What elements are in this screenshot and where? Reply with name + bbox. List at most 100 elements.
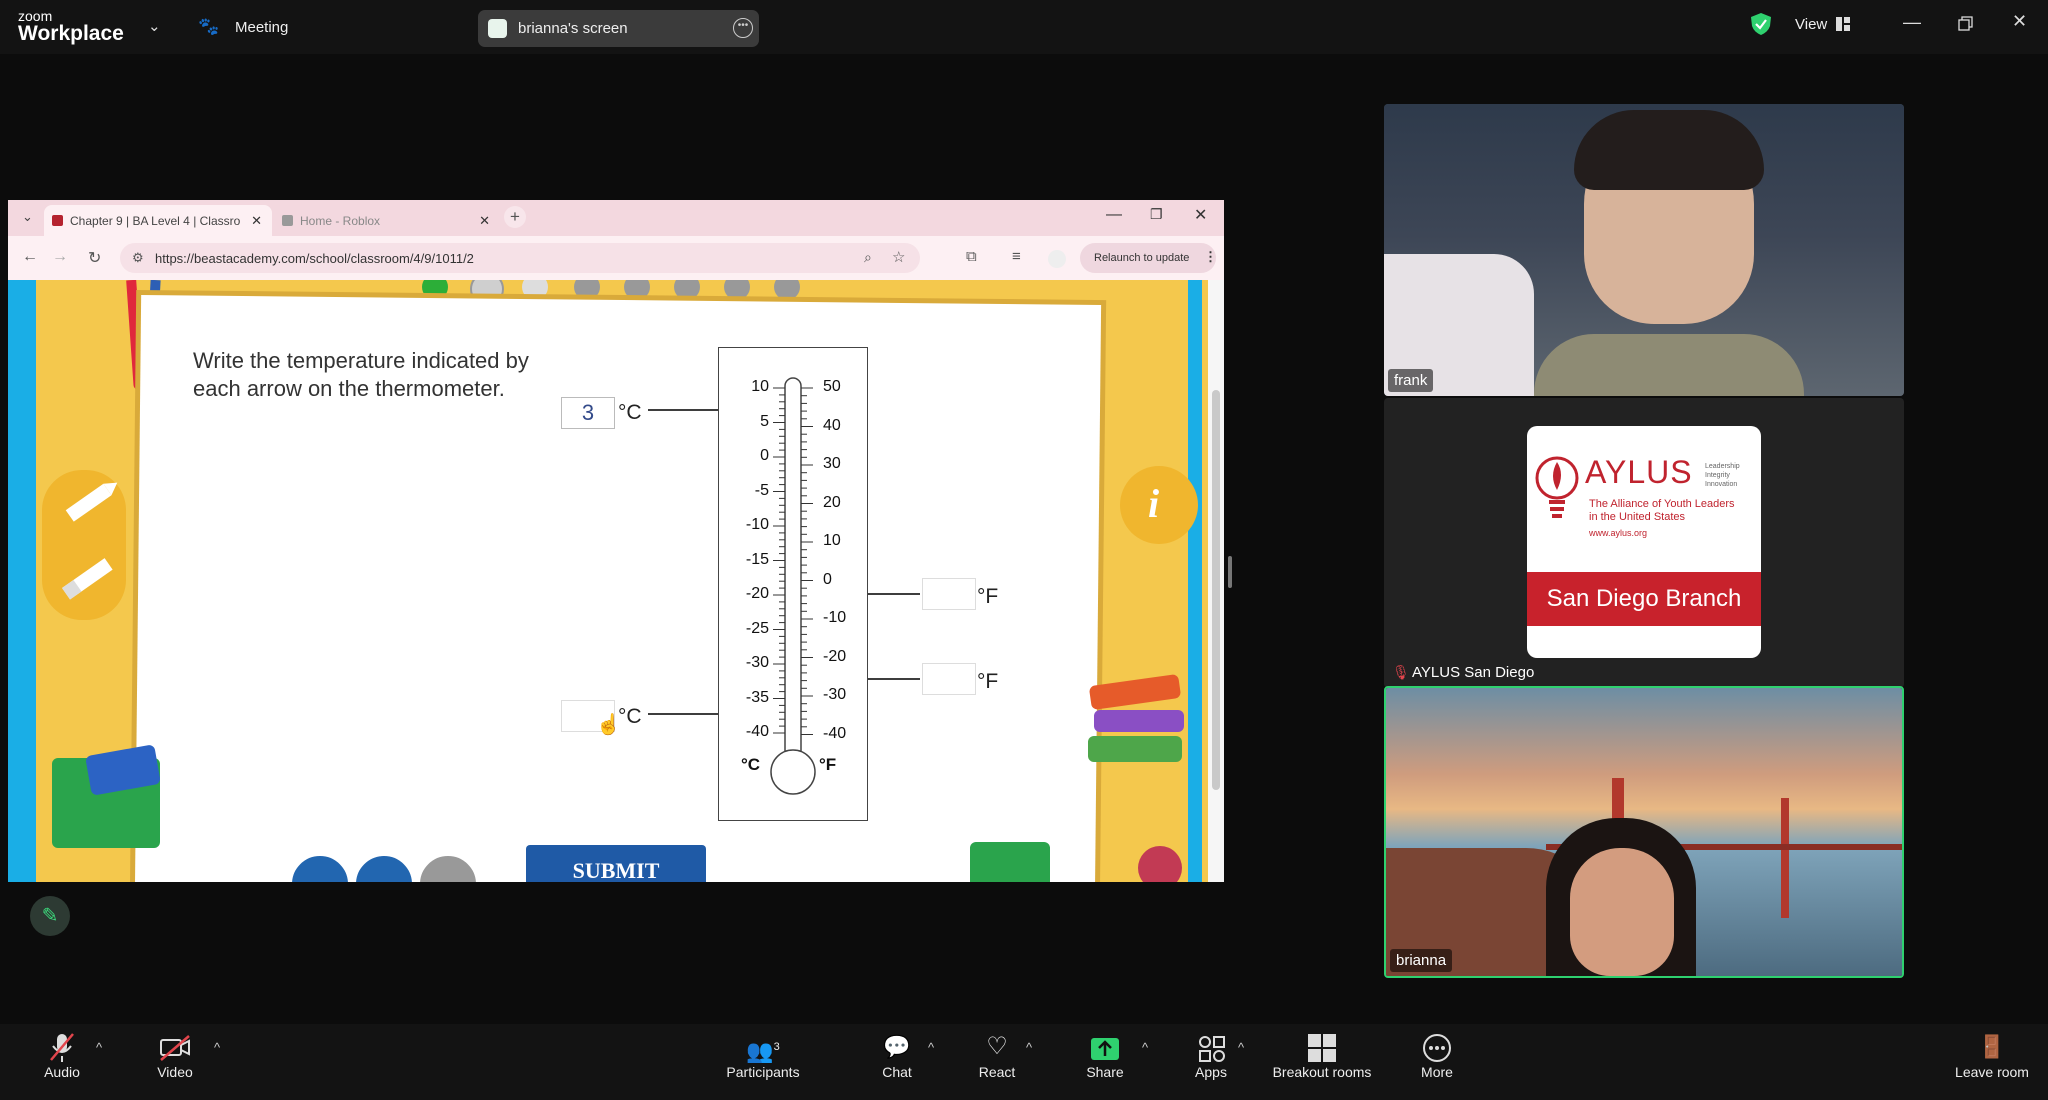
restore-window-icon[interactable] — [1958, 16, 1974, 32]
browser-tab-bar: ⌄ Chapter 9 | BA Level 4 | Classro ✕ Hom… — [8, 200, 1224, 236]
zoom-logo-workplace: Workplace — [18, 22, 124, 45]
person-hair — [1574, 110, 1764, 190]
participants-button[interactable]: 👥3 Participants — [718, 1030, 808, 1080]
apps-button[interactable]: Apps — [1186, 1030, 1236, 1080]
zoom-lens-icon[interactable]: ⌕ — [864, 249, 872, 266]
browser-restore-icon[interactable]: ❐ — [1150, 206, 1163, 223]
kebab-menu-icon[interactable]: ⋮ — [1204, 249, 1217, 265]
progress-dot[interactable] — [774, 280, 800, 300]
back-arrow-icon[interactable]: ← — [22, 248, 38, 266]
new-tab-icon[interactable]: + — [504, 206, 526, 228]
annotate-pencil-icon[interactable]: ✎ — [30, 896, 70, 936]
profile-avatar[interactable] — [1048, 250, 1066, 268]
progress-dot[interactable] — [674, 280, 700, 300]
fahrenheit-tick-label: 50 — [823, 378, 841, 395]
zoom-bottom-toolbar — [0, 1024, 2048, 1100]
chevron-down-icon[interactable]: ⌄ — [148, 17, 161, 35]
bridge-tower — [1781, 798, 1789, 918]
books-decoration — [1088, 673, 1182, 711]
react-button[interactable]: ♡ React — [972, 1030, 1022, 1080]
share-options-caret-icon[interactable]: ^ — [1142, 1040, 1148, 1055]
progress-dot[interactable] — [522, 280, 548, 300]
apps-options-caret-icon[interactable]: ^ — [1238, 1040, 1244, 1055]
progress-dot[interactable] — [624, 280, 650, 300]
close-tab-icon[interactable]: ✕ — [479, 213, 490, 229]
relaunch-label: Relaunch to update — [1094, 252, 1190, 264]
shield-check-icon[interactable] — [1750, 12, 1772, 36]
fahrenheit-tick-label: -30 — [823, 686, 847, 703]
browser-tab-active[interactable]: Chapter 9 | BA Level 4 | Classro ✕ — [44, 205, 272, 236]
video-options-caret-icon[interactable]: ^ — [214, 1040, 220, 1055]
screen-share-icon — [488, 19, 507, 38]
chat-button[interactable]: 💬 Chat — [872, 1030, 922, 1080]
extensions-icon[interactable]: ⧉ — [966, 248, 977, 265]
aylus-branch-banner: San Diego Branch — [1527, 572, 1761, 626]
breakout-rooms-button[interactable]: Breakout rooms — [1266, 1030, 1378, 1080]
shared-browser-window: ⌄ Chapter 9 | BA Level 4 | Classro ✕ Hom… — [8, 200, 1224, 882]
reload-icon[interactable]: ↻ — [88, 248, 101, 268]
person-face — [1570, 848, 1674, 976]
fahrenheit-tick-label: 40 — [823, 416, 841, 434]
participants-count: 3 — [773, 1041, 780, 1053]
thermometer-diagram: °C °F 10 5 0 -5 -10 -15 -20 -25 -30 -35 -40 50 40 30 2… — [718, 347, 868, 821]
more-button[interactable]: More — [1412, 1030, 1462, 1080]
share-button[interactable]: Share — [1080, 1030, 1130, 1080]
chat-options-caret-icon[interactable]: ^ — [928, 1040, 934, 1055]
thermometer-tube — [770, 377, 816, 795]
submit-button[interactable]: SUBMIT — [526, 845, 706, 882]
panel-resize-handle[interactable] — [1228, 556, 1232, 588]
more-label: More — [1421, 1064, 1453, 1080]
browser-minimize-icon[interactable]: — — [1106, 206, 1122, 224]
forward-arrow-icon[interactable]: → — [52, 248, 68, 266]
fahrenheit-tick-label: 20 — [823, 493, 841, 511]
share-indicator-pill[interactable]: brianna's screen ••• — [478, 10, 759, 47]
media-controls-icon[interactable]: ≡ — [1012, 248, 1021, 265]
progress-dot[interactable] — [724, 280, 750, 300]
breakout-rooms-label: Breakout rooms — [1272, 1064, 1372, 1080]
paw-icon[interactable]: 🐾 — [198, 17, 219, 37]
scrollbar-thumb[interactable] — [1212, 390, 1220, 790]
fahrenheit-tick-label: 0 — [823, 570, 832, 588]
page-scrollbar[interactable] — [1208, 280, 1224, 882]
minimize-window-icon[interactable]: — — [1903, 12, 1921, 33]
chat-label: Chat — [882, 1064, 912, 1080]
url-text: https://beastacademy.com/school/classroo… — [155, 251, 474, 266]
page-right-border — [1188, 280, 1202, 882]
video-tile-aylus[interactable]: AYLUS Leadership Integrity Innovation The … — [1384, 398, 1904, 688]
tab-search-icon[interactable]: ⌄ — [22, 209, 33, 225]
coffee-cup-decoration — [970, 842, 1050, 882]
url-input[interactable]: ⚙ https://beastacademy.com/school/classr… — [120, 243, 920, 273]
bookmark-star-icon[interactable]: ☆ — [892, 248, 905, 266]
eraser-icon[interactable] — [56, 550, 116, 600]
video-button[interactable]: Video — [150, 1030, 200, 1080]
participant-name: brianna — [1390, 949, 1453, 972]
answer-input-1[interactable]: 3 — [561, 397, 615, 429]
browser-address-bar: ← → ↻ ⚙ https://beastacademy.com/school/… — [8, 236, 1224, 280]
mic-muted-icon: 🎙 — [1392, 664, 1410, 680]
lightbulb-torch-icon — [1533, 452, 1581, 524]
video-tile-brianna[interactable]: brianna — [1384, 686, 1904, 978]
browser-tab[interactable]: Home - Roblox ✕ — [274, 205, 500, 236]
info-button[interactable]: i — [1120, 466, 1198, 544]
apps-label: Apps — [1195, 1064, 1227, 1080]
close-tab-icon[interactable]: ✕ — [251, 213, 262, 229]
leave-room-button[interactable]: 🚪 Leave room — [1944, 1030, 2040, 1080]
relaunch-button[interactable]: Relaunch to update ⋮ — [1080, 243, 1217, 273]
audio-options-caret-icon[interactable]: ^ — [96, 1040, 102, 1055]
fahrenheit-scale-label: °F — [819, 755, 837, 774]
celsius-tick-label: -5 — [754, 481, 769, 499]
aylus-subtitle: The Alliance of Youth Leaders in the Unit… — [1589, 498, 1735, 523]
more-options-icon[interactable]: ••• — [733, 18, 753, 38]
audio-button[interactable]: Audio — [36, 1030, 88, 1080]
progress-dot[interactable] — [574, 280, 600, 300]
meeting-menu[interactable]: Meeting — [235, 19, 288, 36]
view-button[interactable]: View — [1795, 16, 1827, 33]
site-info-icon[interactable]: ⚙ — [132, 250, 144, 266]
browser-close-icon[interactable]: ✕ — [1194, 205, 1207, 225]
answer-input-2[interactable] — [922, 578, 976, 610]
video-tile-frank[interactable]: frank — [1384, 104, 1904, 396]
answer-input-3[interactable] — [922, 663, 976, 695]
close-window-icon[interactable]: ✕ — [2012, 11, 2027, 32]
heart-icon: ♡ — [986, 1033, 1008, 1060]
react-options-caret-icon[interactable]: ^ — [1026, 1040, 1032, 1055]
